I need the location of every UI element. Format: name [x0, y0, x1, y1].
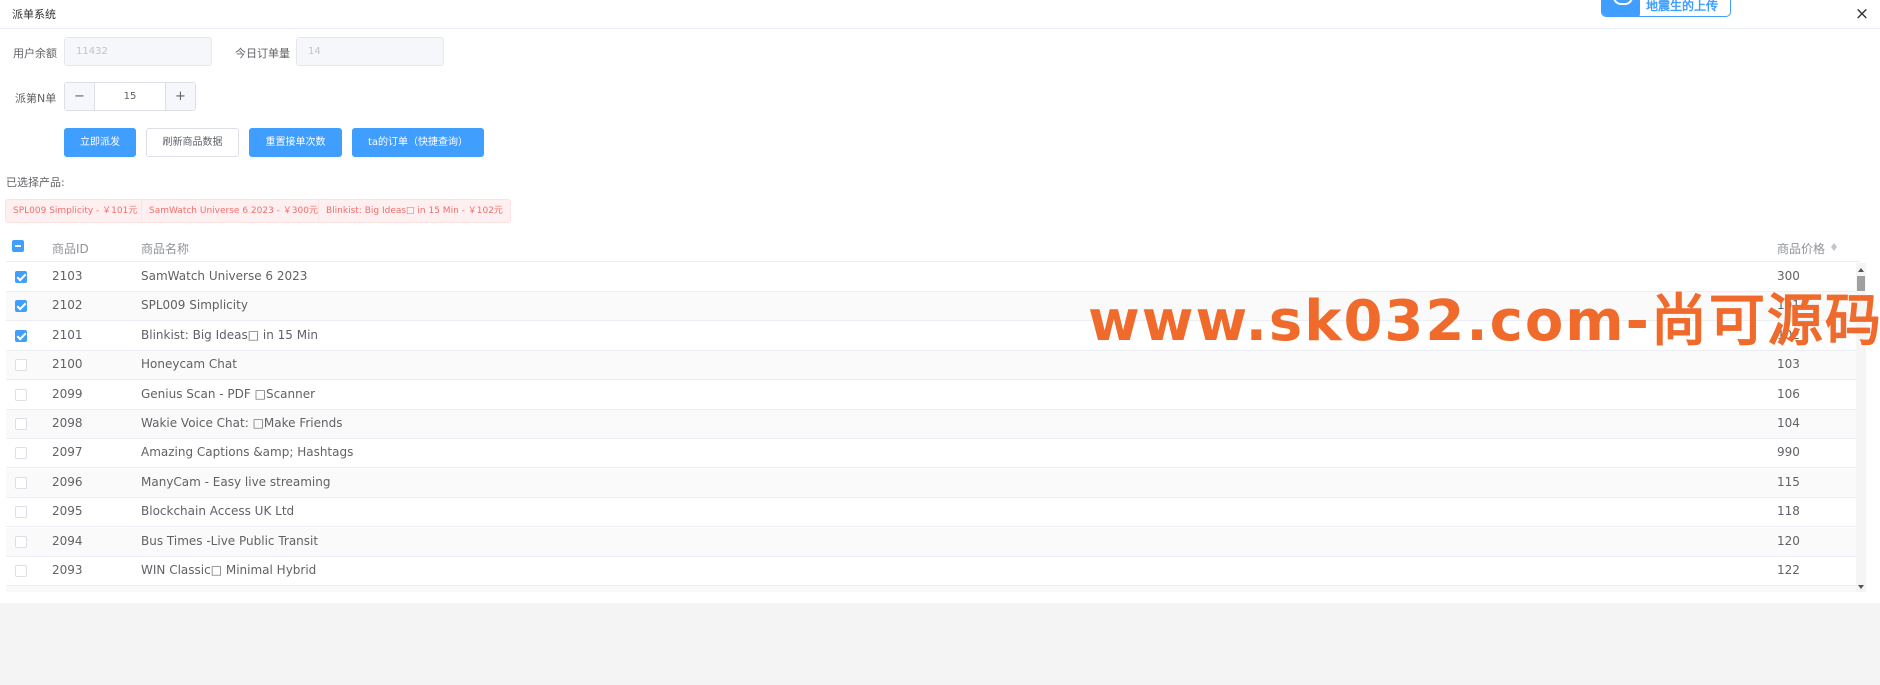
table-row[interactable]: 2093 WIN Classic□ Minimal Hybrid 122 — [6, 557, 1860, 586]
cloud-logo-icon — [1602, 0, 1640, 16]
sort-caret-icon[interactable] — [1830, 239, 1838, 253]
product-price-cell: 300 — [1777, 269, 1800, 283]
product-id-cell: 2098 — [52, 416, 83, 430]
product-name-cell: Genius Scan - PDF □Scanner — [141, 386, 316, 401]
table-row[interactable]: 2096 ManyCam - Easy live streaming 115 — [6, 468, 1860, 498]
close-icon[interactable]: × — [1852, 3, 1872, 25]
balance-label: 用户余额 — [13, 47, 57, 60]
balance-input[interactable]: 11432 — [64, 37, 212, 66]
product-price-cell: 990 — [1777, 445, 1800, 460]
orders-today-input[interactable]: 14 — [296, 37, 444, 66]
table-row[interactable]: 2100 Honeycam Chat 103 — [6, 351, 1860, 381]
product-name-cell: Blockchain Access UK Ltd — [141, 504, 295, 519]
dialog-title: 派单系统 — [12, 8, 56, 21]
table-row[interactable]: 2103 SamWatch Universe 6 2023 300 — [6, 263, 1860, 292]
table-header: 商品ID 商品名称 商品价格 — [6, 232, 1860, 262]
product-name-cell: Blinkist: Big Ideas□ in 15 Min — [141, 327, 319, 342]
table-row[interactable]: 2097 Amazing Captions &amp; Hashtags 990 — [6, 439, 1860, 469]
table-row[interactable]: 2092 — [6, 586, 1860, 592]
dispatch-stepper: − 15 + — [64, 82, 196, 111]
table-row[interactable]: 2094 Bus Times -Live Public Transit 120 — [6, 527, 1860, 557]
row-checkbox[interactable] — [15, 535, 27, 548]
product-id-cell: 2102 — [52, 298, 83, 313]
decrement-button[interactable]: − — [65, 83, 95, 110]
column-header-price[interactable]: 商品价格 — [1777, 240, 1825, 257]
selected-product-tag[interactable]: Blinkist: Big Ideas□ in 15 Min - ￥102元 — [318, 199, 511, 223]
product-id-cell: 2103 — [52, 269, 83, 283]
product-id-cell: 2099 — [52, 386, 83, 401]
row-checkbox[interactable] — [15, 418, 27, 430]
dispatch-now-button[interactable]: 立即派发 — [64, 128, 136, 157]
row-checkbox[interactable] — [15, 476, 27, 489]
reset-count-button[interactable]: 重置接单次数 — [249, 128, 342, 157]
product-id-cell: 2097 — [52, 445, 83, 460]
product-price-cell: 104 — [1777, 416, 1800, 430]
product-name-cell: SamWatch Universe 6 2023 — [141, 269, 308, 283]
row-checkbox[interactable] — [15, 300, 27, 313]
product-name-cell: SPL009 Simplicity — [141, 298, 248, 313]
product-id-cell: 2094 — [52, 533, 83, 548]
product-price-cell: 106 — [1777, 386, 1800, 401]
selected-product-tag[interactable]: SamWatch Universe 6 2023 - ￥300元 — [141, 199, 326, 223]
product-name-cell: Bus Times -Live Public Transit — [141, 533, 319, 548]
selected-products-title: 已选择产品: — [6, 176, 65, 189]
site-watermark: www.sk032.com-尚可源码网 — [1088, 289, 1880, 354]
dispatch-dialog: 派单系统 地震生的上传 × 用户余额 11432 今日订单量 14 派第N单 −… — [0, 0, 1880, 603]
product-name-cell: Honeycam Chat — [141, 357, 237, 372]
row-checkbox[interactable] — [15, 388, 27, 401]
product-price-cell: 118 — [1777, 504, 1800, 519]
dispatch-value[interactable]: 15 — [96, 83, 164, 110]
product-name-cell: Wakie Voice Chat: □Make Friends — [141, 416, 343, 430]
refresh-products-button[interactable]: 刷新商品数据 — [146, 128, 239, 157]
increment-button[interactable]: + — [165, 83, 195, 110]
scroll-down-icon[interactable] — [1858, 585, 1864, 592]
column-header-id[interactable]: 商品ID — [52, 240, 89, 257]
scroll-up-icon[interactable] — [1858, 265, 1864, 272]
dialog-header: 派单系统 地震生的上传 × — [0, 0, 1880, 29]
row-checkbox[interactable] — [15, 271, 27, 283]
product-id-cell: 2100 — [52, 357, 83, 372]
column-header-name[interactable]: 商品名称 — [141, 240, 189, 257]
upload-badge[interactable]: 地震生的上传 — [1601, 0, 1731, 17]
product-id-cell: 2095 — [52, 504, 83, 519]
orders-today-label: 今日订单量 — [235, 47, 290, 60]
product-price-cell: 122 — [1777, 563, 1800, 577]
product-price-cell: 115 — [1777, 474, 1800, 489]
product-price-cell: 120 — [1777, 533, 1800, 548]
product-name-cell: WIN Classic□ Minimal Hybrid — [141, 563, 317, 577]
selected-product-tag[interactable]: SPL009 Simplicity - ￥101元 — [5, 199, 146, 223]
row-checkbox[interactable] — [15, 506, 27, 519]
upload-badge-text: 地震生的上传 — [1646, 0, 1719, 13]
table-row[interactable]: 2099 Genius Scan - PDF □Scanner 106 — [6, 381, 1860, 410]
product-name-cell: ManyCam - Easy live streaming — [141, 474, 331, 489]
row-checkbox[interactable] — [15, 565, 27, 577]
table-row[interactable]: 2098 Wakie Voice Chat: □Make Friends 104 — [6, 410, 1860, 439]
product-id-cell: 2101 — [52, 327, 83, 342]
product-id-cell: 2096 — [52, 474, 83, 489]
ta-orders-button[interactable]: ta的订单（快捷查询） — [352, 128, 484, 157]
row-checkbox[interactable] — [15, 359, 27, 372]
row-checkbox[interactable] — [15, 447, 27, 460]
dispatch-label: 派第N单 — [15, 92, 57, 105]
select-all-checkbox[interactable] — [12, 240, 24, 252]
table-row[interactable]: 2095 Blockchain Access UK Ltd 118 — [6, 498, 1860, 528]
product-table: 商品ID 商品名称 商品价格 2103 SamWatch Universe 6 2… — [6, 232, 1860, 592]
product-price-cell: 103 — [1777, 357, 1800, 372]
product-id-cell: 2093 — [52, 563, 83, 577]
product-name-cell: Amazing Captions &amp; Hashtags — [141, 445, 354, 460]
row-checkbox[interactable] — [15, 329, 27, 342]
